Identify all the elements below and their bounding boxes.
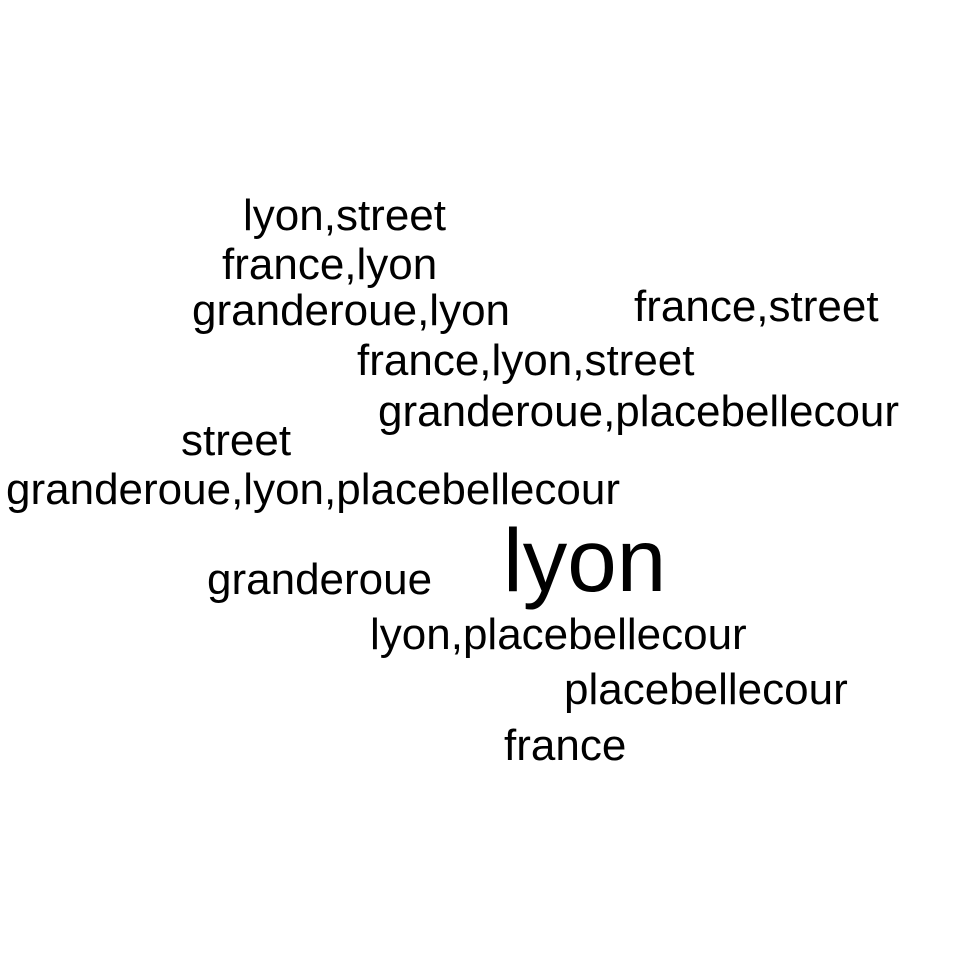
word-street: street xyxy=(181,416,292,465)
word-granderoue-lyon-placebellecour: granderoue,lyon,placebellecour xyxy=(6,465,620,514)
word-placebellecour: placebellecour xyxy=(564,665,848,714)
word-lyon-street: lyon,street xyxy=(243,191,446,240)
word-france-street: france,street xyxy=(634,282,879,331)
word-granderoue: granderoue xyxy=(207,555,433,604)
word-france: france xyxy=(504,721,627,770)
word-granderoue-placebellecour: granderoue,placebellecour xyxy=(378,387,900,436)
word-lyon: lyon xyxy=(503,510,667,610)
word-granderoue-lyon: granderoue,lyon xyxy=(192,286,511,335)
word-cloud: lyon,street france,lyon granderoue,lyon … xyxy=(0,0,960,960)
word-lyon-placebellecour: lyon,placebellecour xyxy=(370,610,747,659)
word-france-lyon: france,lyon xyxy=(222,240,438,289)
word-france-lyon-street: france,lyon,street xyxy=(357,336,695,385)
